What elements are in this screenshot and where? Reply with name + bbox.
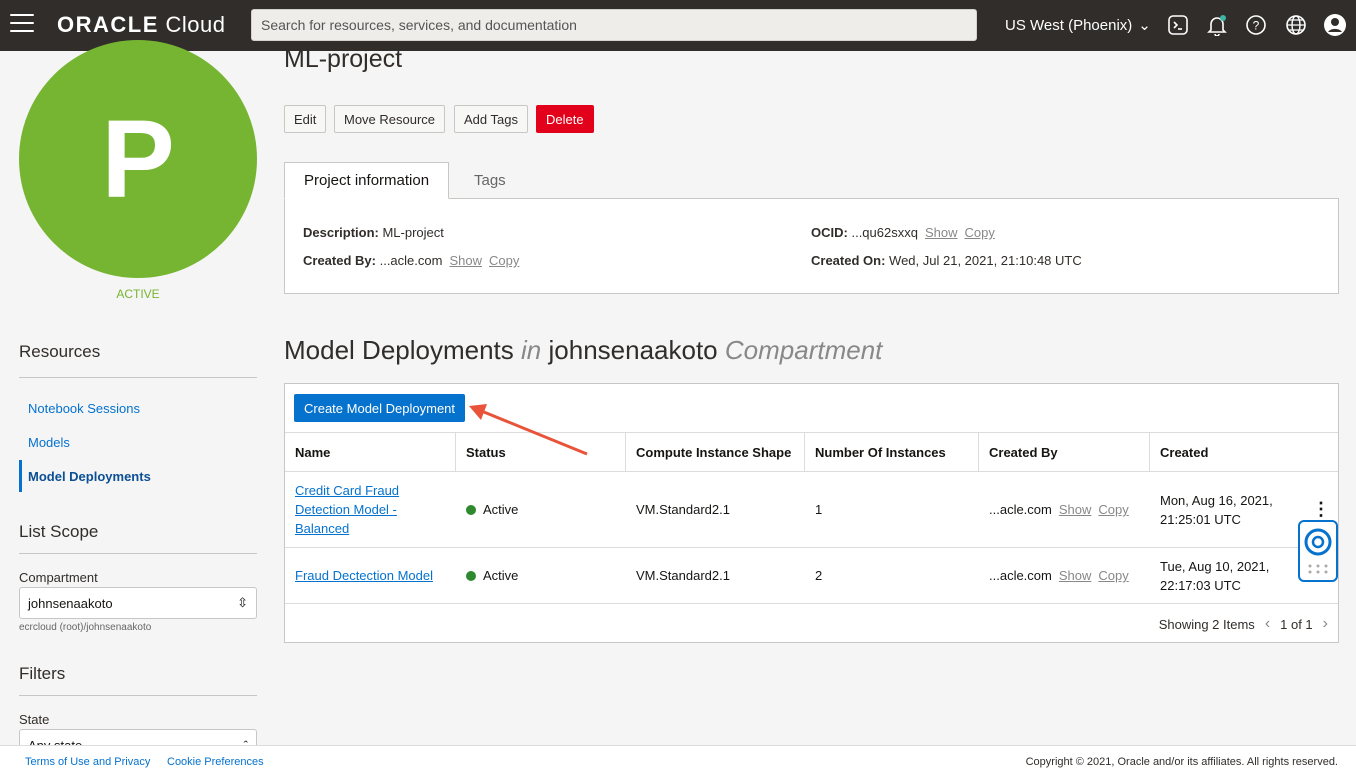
search-input[interactable]: Search for resources, services, and docu… (251, 9, 977, 41)
name-cell: Credit Card Fraud Detection Model - Balanc… (285, 472, 456, 547)
active-indicator (19, 460, 22, 492)
edit-button[interactable]: Edit (284, 105, 327, 133)
deployments-section-title: Model Deployments in johnsenaakoto Compa… (284, 335, 883, 365)
delete-button[interactable]: Delete (536, 105, 594, 133)
created-by-row: Created By: ...acle.com Show Copy (303, 253, 520, 268)
annotation-arrow-icon (469, 404, 588, 456)
help-icon[interactable]: ? (1244, 13, 1268, 37)
page-title: ML-project (284, 45, 403, 73)
status-cell: Active (456, 472, 518, 547)
footer: Terms of Use and Privacy Cookie Preferen… (0, 745, 1356, 781)
showing-count: Showing 2 Items (1158, 616, 1255, 632)
compartment-select[interactable]: johnsenaakoto ⇳ (19, 587, 257, 619)
divider (19, 553, 257, 554)
next-page-icon[interactable]: › (1323, 615, 1328, 633)
table-row: Fraud Dectection Model Active VM.Standar… (285, 548, 1338, 604)
show-link[interactable]: Show (449, 253, 482, 268)
status-cell: Active (456, 548, 518, 603)
cookie-preferences-link[interactable]: Cookie Preferences (167, 756, 264, 768)
select-arrows-icon: ⇳ (237, 595, 248, 610)
description-row: Description: ML-project (303, 225, 444, 240)
top-navigation-bar: ORACLE Cloud Search for resources, servi… (0, 0, 1356, 51)
project-info-panel: Description: ML-project Created By: ...a… (284, 198, 1339, 294)
created-on-row: Created On: Wed, Jul 21, 2021, 21:10:48 … (811, 253, 1082, 268)
shape-cell: VM.Standard2.1 (636, 502, 730, 517)
help-widget[interactable] (1298, 520, 1338, 582)
status-dot-icon (466, 504, 476, 515)
deployment-link[interactable]: Credit Card Fraud Detection Model - Balanc… (295, 481, 399, 538)
page-indicator: 1 of 1 (1280, 616, 1313, 632)
table-header: Name Status Compute Instance Shape Numbe… (285, 432, 1338, 472)
show-link[interactable]: Show (925, 225, 958, 240)
resources-heading: Resources (19, 342, 101, 361)
compartment-label: Compartment (19, 570, 98, 585)
created-cell: Mon, Aug 16, 2021, 21:25:01 UTC (1160, 492, 1273, 527)
oracle-cloud-logo[interactable]: ORACLE Cloud (57, 12, 226, 38)
state-label: State (19, 712, 50, 727)
shape-cell: VM.Standard2.1 (636, 568, 730, 583)
tab-tags[interactable]: Tags (455, 162, 525, 199)
terms-link[interactable]: Terms of Use and Privacy (25, 756, 150, 768)
compartment-path: ecrcloud (root)/johnsenaakoto (19, 622, 152, 633)
copyright-text: Copyright © 2021, Oracle and/or its affi… (1025, 756, 1338, 768)
created-cell: Tue, Aug 10, 2021, 22:17:03 UTC (1160, 558, 1270, 593)
show-link[interactable]: Show (1059, 502, 1092, 517)
filters-heading: Filters (19, 664, 66, 683)
divider (19, 695, 257, 696)
copy-link[interactable]: Copy (965, 225, 995, 240)
show-link[interactable]: Show (1059, 568, 1092, 583)
row-actions-kebab-icon[interactable]: ⋮ (1312, 499, 1330, 520)
create-model-deployment-button[interactable]: Create Model Deployment (294, 394, 466, 422)
column-header-created[interactable]: Created (1150, 433, 1338, 471)
name-cell: Fraud Dectection Model (285, 548, 456, 603)
table-row: Credit Card Fraud Detection Model - Balanc… (285, 472, 1338, 548)
divider (19, 377, 257, 378)
tab-project-information[interactable]: Project information (284, 162, 450, 199)
column-header-shape[interactable]: Compute Instance Shape (626, 433, 805, 471)
cloud-shell-icon[interactable] (1166, 13, 1190, 37)
region-selector[interactable]: US West (Phoenix) ⌄ (1005, 16, 1151, 34)
avatar-letter: P (101, 97, 175, 221)
add-tags-button[interactable]: Add Tags (454, 105, 528, 133)
notifications-bell-icon[interactable] (1205, 13, 1229, 37)
deployments-table-card: Create Model Deployment Name Status Comp… (284, 383, 1339, 643)
pagination: Showing 2 Items ‹ 1 of 1 › (1159, 615, 1328, 633)
list-scope-heading: List Scope (19, 522, 99, 541)
sidebar-item-notebook-sessions[interactable]: Notebook Sessions (28, 401, 140, 416)
column-header-created-by[interactable]: Created By (979, 433, 1150, 471)
sidebar-item-models[interactable]: Models (28, 435, 70, 450)
compartment-value: johnsenaakoto (28, 595, 113, 611)
created-by-cell: ...acle.com Show Copy (989, 502, 1129, 517)
lifebuoy-icon (1304, 528, 1332, 574)
status-dot-icon (466, 570, 476, 581)
ocid-row: OCID: ...qu62sxxq Show Copy (811, 225, 995, 240)
sidebar-item-model-deployments[interactable]: Model Deployments (28, 469, 151, 484)
previous-page-icon[interactable]: ‹ (1265, 615, 1270, 633)
language-globe-icon[interactable] (1284, 13, 1308, 37)
deployment-link[interactable]: Fraud Dectection Model (295, 568, 433, 583)
column-header-name[interactable]: Name (285, 433, 456, 471)
hamburger-menu-icon[interactable] (10, 14, 34, 34)
project-status: ACTIVE (116, 287, 160, 301)
project-avatar: P (19, 40, 257, 278)
chevron-down-icon: ⌄ (1138, 17, 1151, 34)
copy-link[interactable]: Copy (1098, 568, 1128, 583)
copy-link[interactable]: Copy (1098, 502, 1128, 517)
move-resource-button[interactable]: Move Resource (334, 105, 446, 133)
copy-link[interactable]: Copy (489, 253, 519, 268)
column-header-instances[interactable]: Number Of Instances (805, 433, 979, 471)
instances-cell: 1 (815, 502, 823, 517)
user-profile-icon[interactable] (1323, 13, 1347, 37)
svg-text:?: ? (1253, 19, 1260, 33)
created-by-cell: ...acle.com Show Copy (989, 568, 1129, 583)
instances-cell: 2 (815, 568, 823, 583)
